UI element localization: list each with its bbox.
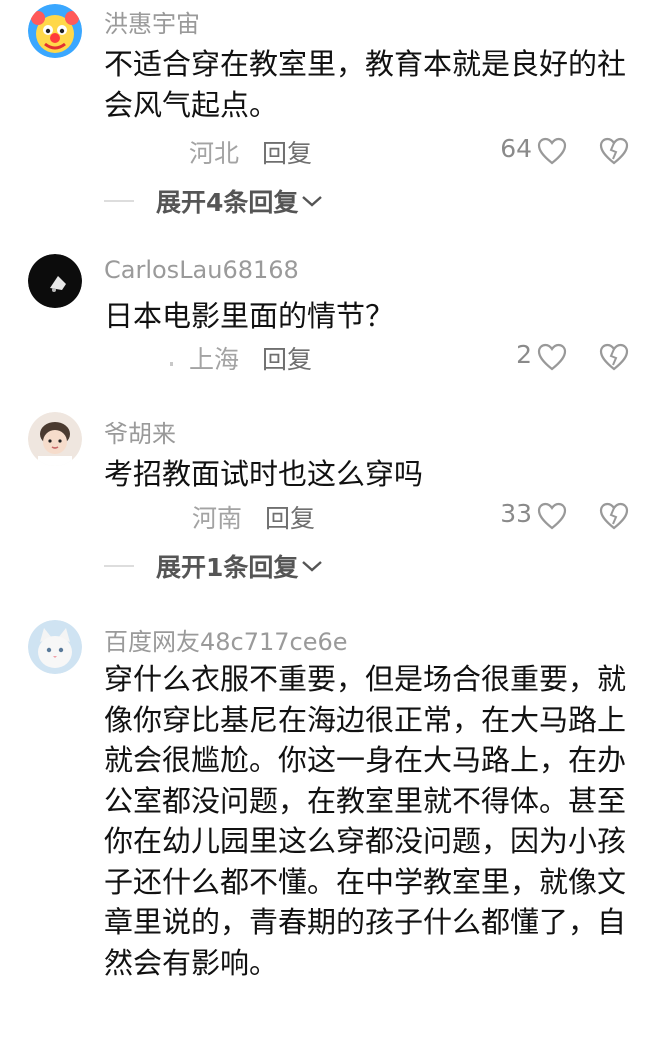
dislike-heart-icon[interactable] [599,502,629,530]
comment-meta: 河北 回复 64 [0,134,660,168]
avatar[interactable] [28,254,82,308]
comment-meta: 河南 回复 33 [0,499,660,533]
avatar[interactable] [28,620,82,674]
username[interactable]: 爷胡来 [104,414,176,449]
cat-avatar-icon [28,620,82,674]
dark-avatar-icon [28,254,82,308]
expand-replies-button[interactable]: 展开4条回复 [104,184,323,218]
divider [104,565,134,567]
comment-text: 不适合穿在教室里，教育本就是良好的社会风气起点。 [104,47,627,122]
expand-replies-label: 展开4条回复 [156,188,299,217]
username[interactable]: CarlosLau68168 [104,256,299,284]
divider [104,200,134,202]
reply-button[interactable]: 回复 [262,340,312,376]
username[interactable]: 洪惠宇宙 [104,4,200,39]
comment-meta: 上海 回复 2 [0,340,660,374]
avatar[interactable] [28,4,82,58]
location-label: 河北 [189,139,240,168]
expand-replies-label: 展开1条回复 [156,553,299,582]
child-avatar-icon [28,412,82,466]
expand-replies-button[interactable]: 展开1条回复 [104,549,323,583]
comment-text: 考招教面试时也这么穿吗 [104,457,424,491]
dislike-heart-icon[interactable] [599,137,629,165]
like-heart-icon[interactable] [537,343,567,371]
like-count: 2 [516,340,532,369]
dislike-heart-icon[interactable] [599,343,629,371]
clown-avatar-icon [28,4,82,58]
username[interactable]: 百度网友48c717ce6e [104,622,348,657]
like-count: 33 [500,499,532,528]
comment-text: 日本电影里面的情节？ [104,299,395,333]
chevron-down-icon [302,196,323,207]
like-count: 64 [500,134,532,163]
like-heart-icon[interactable] [537,502,567,530]
reply-button[interactable]: 回复 [262,134,312,170]
location-label: 上海 [189,345,240,374]
chevron-down-icon [302,561,323,572]
avatar[interactable] [28,412,82,466]
like-heart-icon[interactable] [537,137,567,165]
reply-button[interactable]: 回复 [265,499,315,535]
location-label: 河南 [192,504,243,533]
comment-text: 穿什么衣服不重要，但是场合很重要，就像你穿比基尼在海边很正常，在大马路上就会很尴… [104,662,627,980]
